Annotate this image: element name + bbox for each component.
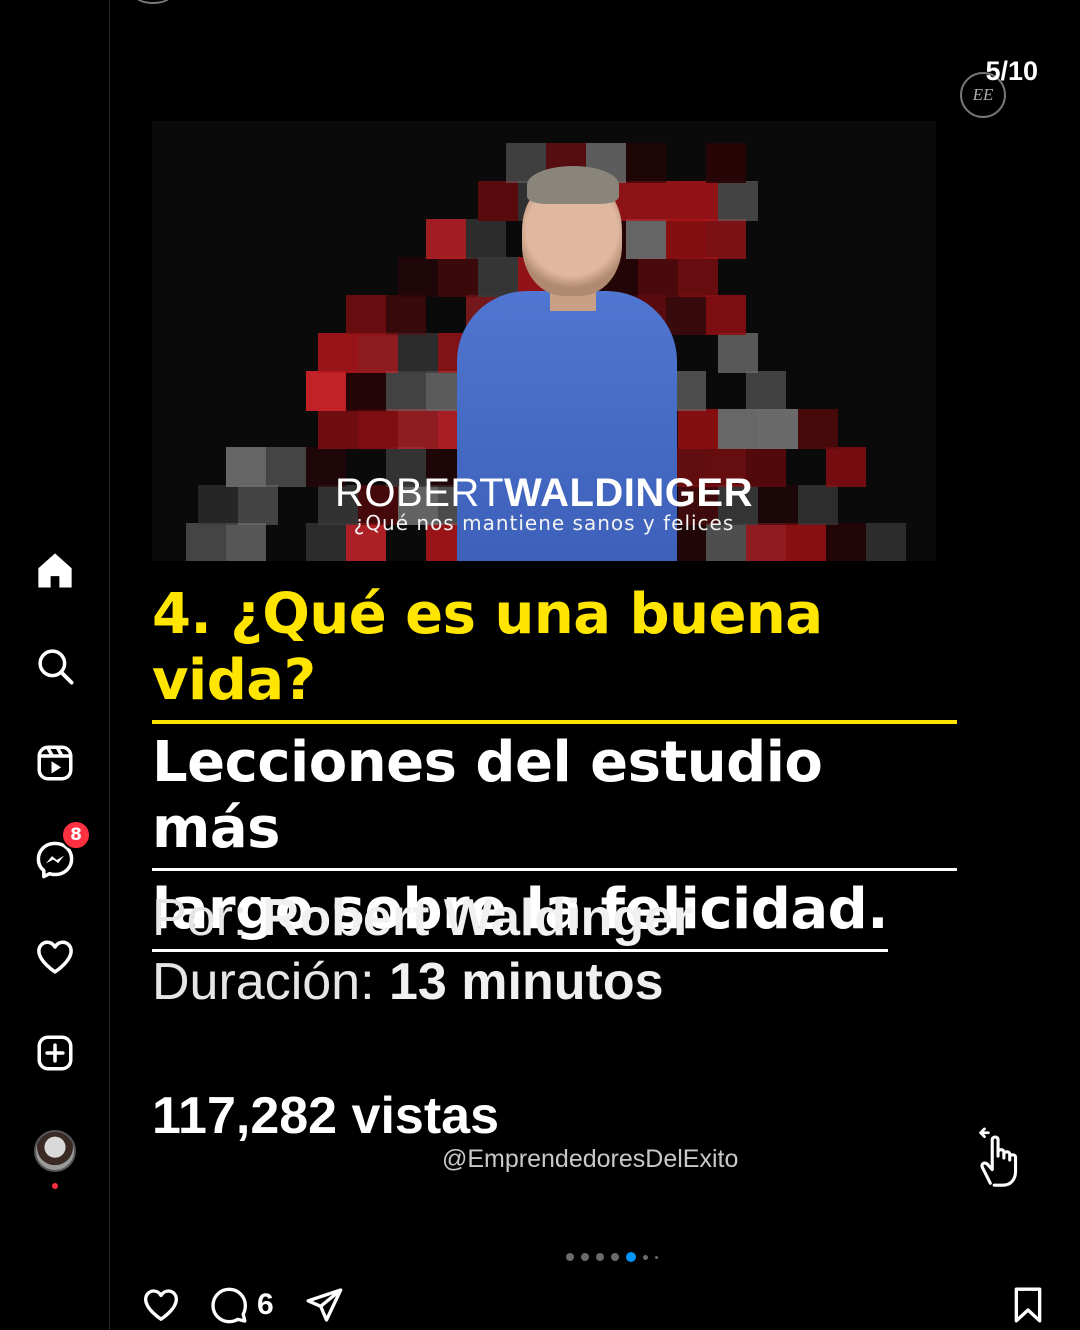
post-viewer: EE 5/10 ROBERTWALDINGER ¿Qué nos mantien… — [111, 0, 1080, 1330]
carousel-dot — [566, 1253, 574, 1261]
speaker-first-name: ROBERT — [335, 471, 505, 515]
stage-cube — [318, 333, 358, 373]
comments-count[interactable]: 6 — [257, 1288, 274, 1322]
nav-home-button[interactable] — [25, 540, 85, 600]
stage-cube — [706, 219, 746, 259]
stage-cube — [718, 181, 758, 221]
carousel-dot — [596, 1253, 604, 1261]
talk-meta: Por: Robert Waldinger Duración: 13 minut… — [152, 886, 693, 1014]
stage-cube — [706, 295, 746, 335]
stage-cube — [678, 257, 718, 297]
carousel-dot — [626, 1252, 636, 1262]
duration-value: 13 minutos — [389, 953, 664, 1011]
bookmark-icon — [1014, 1287, 1042, 1323]
save-button[interactable] — [1006, 1283, 1050, 1327]
comment-icon — [211, 1287, 247, 1324]
account-handle: @EmprendedoresDelExito — [442, 1145, 739, 1173]
home-icon — [38, 553, 72, 588]
video-still-image: ROBERTWALDINGER ¿Qué nos mantiene sanos … — [152, 121, 936, 561]
stage-cube — [746, 371, 786, 411]
stage-cube — [346, 295, 386, 335]
carousel-indicator — [566, 1252, 658, 1262]
stage-cube — [386, 295, 426, 335]
stage-cube — [758, 409, 798, 449]
carousel-dot — [611, 1253, 619, 1261]
author-row: Por: Robert Waldinger — [152, 886, 693, 950]
stage-cube — [346, 371, 386, 411]
stage-cube — [426, 219, 466, 259]
stage-cube — [798, 409, 838, 449]
carousel-dot — [643, 1254, 648, 1260]
stage-cube — [358, 333, 398, 373]
brand-seal-text: EE — [972, 85, 994, 104]
stage-cube — [478, 181, 518, 221]
stage-cube — [638, 257, 678, 297]
stage-cube — [398, 333, 438, 373]
carousel-dot — [581, 1253, 589, 1261]
speaker-hair — [527, 166, 619, 204]
speaker-name-caption: ROBERTWALDINGER — [152, 471, 936, 516]
stage-cube — [386, 371, 426, 411]
nav-search-button[interactable] — [25, 636, 85, 696]
carousel-counter: 5/10 — [985, 56, 1038, 86]
author-value: Robert Waldinger — [261, 889, 694, 947]
tap-hand-icon — [979, 1127, 1018, 1187]
stage-cube — [706, 143, 746, 183]
speaker-last-name: WALDINGER — [504, 471, 753, 515]
views-count: 117,282 vistas — [152, 1087, 499, 1145]
stage-cube — [478, 257, 518, 297]
plus-square-icon — [37, 1035, 73, 1071]
nav-create-button[interactable] — [25, 1023, 85, 1083]
headline-line-2: Lecciones del estudio más — [152, 730, 957, 871]
reels-icon — [37, 745, 73, 781]
stage-cube — [718, 333, 758, 373]
send-icon — [306, 1288, 343, 1322]
stage-cube — [318, 409, 358, 449]
stage-cube — [358, 409, 398, 449]
talk-title-caption: ¿Qué nos mantiene sanos y felices — [353, 511, 735, 535]
sidebar-nav: 8 — [0, 0, 171, 1330]
messages-badge: 8 — [61, 820, 91, 850]
stage-cube — [466, 219, 506, 259]
nav-notifications-button[interactable] — [25, 927, 85, 987]
stage-cube — [626, 143, 666, 183]
share-button[interactable] — [302, 1283, 346, 1327]
nav-messages-button[interactable]: 8 — [25, 820, 91, 890]
nav-reels-button[interactable] — [25, 733, 85, 793]
stage-cube — [666, 219, 706, 259]
duration-row: Duración: 13 minutos — [152, 950, 693, 1014]
avatar — [34, 1130, 76, 1172]
stage-cube — [398, 409, 438, 449]
heart-icon — [144, 1289, 178, 1321]
profile-indicator-dot — [52, 1183, 58, 1189]
stage-cube — [626, 219, 666, 259]
stage-cube — [678, 409, 718, 449]
headline-line-1: 4. ¿Qué es una buena vida? — [152, 582, 957, 724]
stage-cube — [638, 181, 678, 221]
comment-button[interactable] — [207, 1283, 251, 1327]
nav-profile-button[interactable] — [25, 1121, 85, 1189]
post-actions: 6 — [139, 1283, 370, 1327]
search-icon — [38, 649, 74, 685]
stage-cube — [398, 257, 438, 297]
duration-label: Duración: — [152, 953, 375, 1011]
stage-cube — [666, 295, 706, 335]
carousel-dot — [655, 1255, 658, 1259]
stage-cube — [678, 181, 718, 221]
author-label: Por: — [152, 889, 248, 947]
stage-cube — [438, 257, 478, 297]
stage-cube — [718, 409, 758, 449]
like-button[interactable] — [139, 1283, 183, 1327]
heart-icon — [37, 940, 73, 974]
stage-cube — [306, 371, 346, 411]
